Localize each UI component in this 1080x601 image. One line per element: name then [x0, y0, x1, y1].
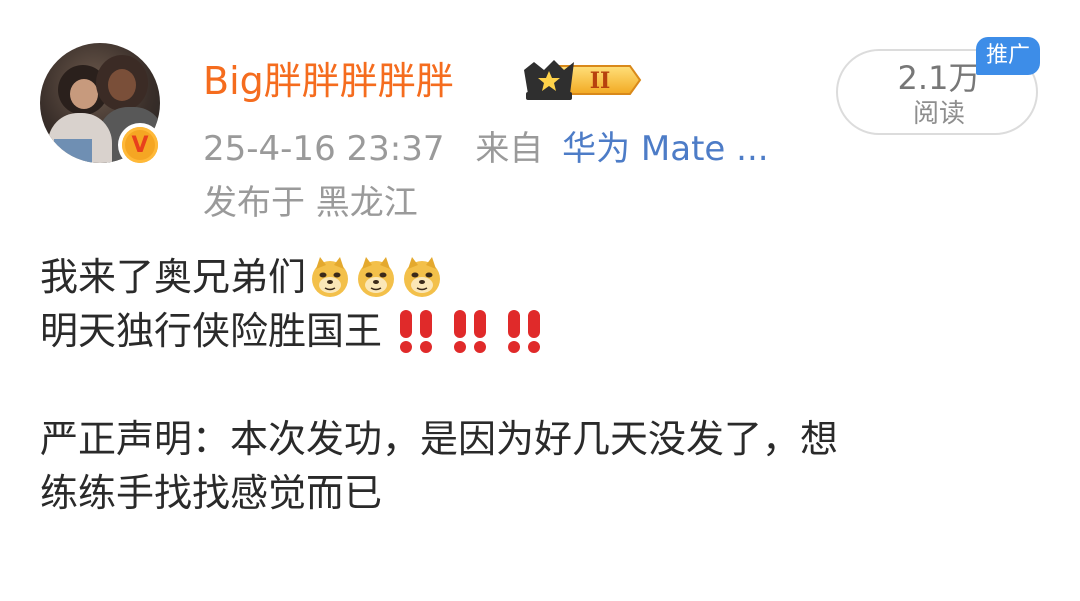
content-text-4: 练练手找找感觉而已	[40, 471, 383, 515]
content-text-1: 我来了奥兄弟们	[40, 255, 307, 299]
doge-emoji-icon	[404, 257, 441, 297]
content-line-4: 练练手找找感觉而已	[40, 466, 1050, 520]
doge-emoji-icon	[358, 257, 395, 297]
verified-mark: V	[131, 132, 149, 158]
post-timestamp: 25-4-16 23:37	[203, 129, 445, 169]
content-text-3: 严正声明：本次发功，是因为好几天没发了，想	[40, 417, 839, 461]
level-crown-badge-icon[interactable]: II	[520, 54, 642, 106]
level-number: II	[590, 68, 611, 94]
source-device-link[interactable]: 华为 Mate ...	[562, 129, 768, 169]
double-exclamation-emoji-icon	[508, 310, 541, 353]
content-line-2: 明天独行侠险胜国王	[40, 304, 1050, 358]
read-label: 阅读	[912, 99, 965, 129]
verified-badge-icon: V	[118, 123, 162, 167]
content-text-2: 明天独行侠险胜国王	[40, 309, 383, 353]
username[interactable]: Big胖胖胖胖胖	[203, 55, 454, 107]
content-line-1: 我来了奥兄弟们	[40, 250, 1050, 304]
ad-tag: 推广	[976, 37, 1040, 75]
double-exclamation-emoji-icon	[400, 310, 433, 353]
post-meta-line: 25-4-16 23:37 来自 华为 Mate ...	[203, 127, 769, 171]
source-prefix: 来自	[475, 129, 544, 169]
post-content: 我来了奥兄弟们 明天独行侠险胜国王 严正声明：本次发功，是因为好几天没发了，想 …	[40, 250, 1050, 520]
content-line-3: 严正声明：本次发功，是因为好几天没发了，想	[40, 412, 1050, 466]
double-exclamation-emoji-icon	[454, 310, 487, 353]
doge-emoji-icon	[312, 257, 349, 297]
post-location: 发布于 黑龙江	[203, 183, 418, 223]
